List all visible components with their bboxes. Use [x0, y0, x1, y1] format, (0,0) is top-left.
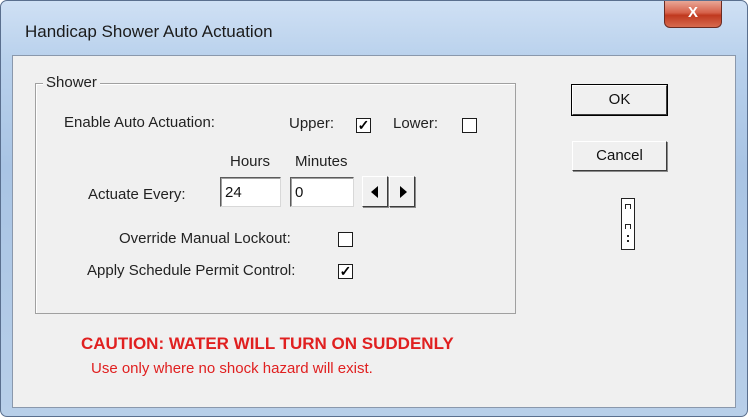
- dialog-window: Handicap Shower Auto Actuation X Shower …: [0, 0, 748, 417]
- minutes-input[interactable]: [290, 177, 354, 207]
- shower-device-icon: [621, 198, 635, 250]
- hours-header: Hours: [230, 153, 271, 170]
- title-bar[interactable]: Handicap Shower Auto Actuation X: [1, 1, 747, 57]
- override-manual-lockout-checkbox[interactable]: [338, 232, 353, 247]
- override-manual-lockout-label: Override Manual Lockout:: [119, 230, 291, 247]
- window-title: Handicap Shower Auto Actuation: [25, 22, 273, 41]
- shower-group-label: Shower: [43, 74, 100, 91]
- caution-subtext: Use only where no shock hazard will exis…: [91, 360, 373, 377]
- enable-auto-actuation-label: Enable Auto Actuation:: [64, 114, 215, 131]
- close-button[interactable]: X: [664, 1, 722, 28]
- arrow-right-icon: [400, 186, 407, 198]
- apply-schedule-permit-checkbox[interactable]: ✓: [338, 264, 353, 279]
- ok-button[interactable]: OK: [571, 84, 668, 116]
- minutes-header: Minutes: [295, 153, 348, 170]
- cancel-button[interactable]: Cancel: [572, 141, 667, 171]
- lower-label: Lower:: [393, 115, 439, 132]
- arrow-left-icon: [371, 186, 378, 198]
- upper-checkbox[interactable]: ✓: [356, 118, 371, 133]
- increase-button[interactable]: [389, 176, 415, 207]
- lower-checkbox[interactable]: [462, 118, 477, 133]
- caution-headline: CAUTION: WATER WILL TURN ON SUDDENLY: [81, 334, 454, 353]
- apply-schedule-permit-label: Apply Schedule Permit Control:: [87, 262, 296, 279]
- actuate-every-label: Actuate Every:: [88, 186, 186, 203]
- upper-label: Upper:: [289, 115, 335, 132]
- decrease-button[interactable]: [362, 176, 388, 207]
- hours-input[interactable]: [220, 177, 281, 207]
